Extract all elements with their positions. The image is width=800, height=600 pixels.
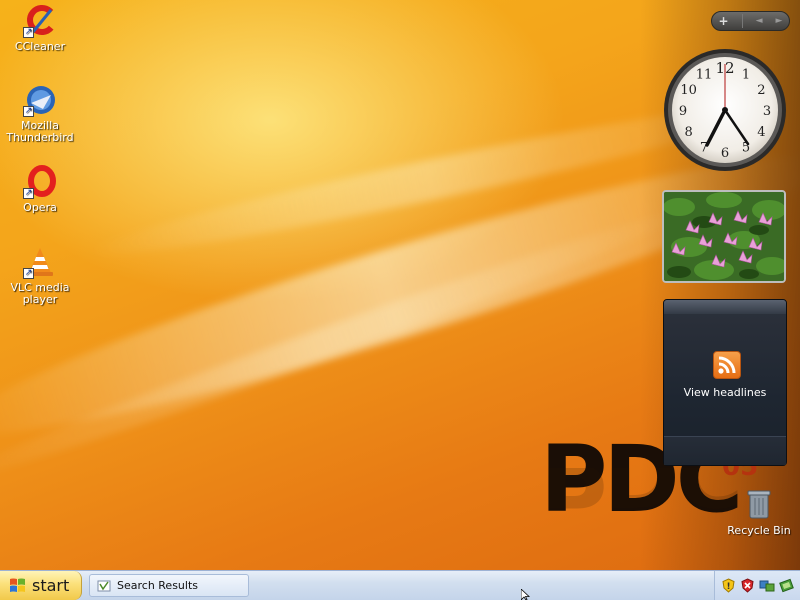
clock-numeral: 9 xyxy=(679,104,687,119)
clock-numeral: 2 xyxy=(757,83,765,98)
desktop-icon-label: VLC media player xyxy=(10,281,70,306)
start-button[interactable]: start xyxy=(0,571,82,600)
desktop-icon-label: Recycle Bin xyxy=(727,524,791,537)
add-gadget-button[interactable]: + xyxy=(719,15,729,27)
wallpaper-logo-reflection: PDC xyxy=(540,468,739,518)
update-icon[interactable] xyxy=(779,578,794,593)
desktop-icon-label: CCleaner xyxy=(14,40,66,53)
security-shield-icon[interactable] xyxy=(740,578,755,593)
mouse-cursor-icon xyxy=(521,589,531,600)
desktop[interactable]: ↗ CCleaner ↗ Mozilla Thunderbird ↗ Opera xyxy=(0,0,800,570)
svg-text:!: ! xyxy=(726,582,730,592)
vlc-cone-icon: ↗ xyxy=(23,245,57,279)
clock-numeral: 8 xyxy=(684,125,692,140)
toolbar-divider xyxy=(741,14,743,28)
analog-clock-face: 12 1234567891011 xyxy=(664,49,786,171)
feed-headlines-gadget[interactable]: View headlines xyxy=(663,299,787,466)
previous-page-button[interactable]: ◄ xyxy=(756,15,763,27)
slideshow-gadget[interactable] xyxy=(662,190,786,283)
taskbar-button-label: Search Results xyxy=(117,579,199,592)
water-lilies-photo xyxy=(664,192,784,281)
thunderbird-icon: ↗ xyxy=(23,83,57,117)
desktop-icon-label: Mozilla Thunderbird xyxy=(6,119,74,144)
network-icon[interactable] xyxy=(759,578,775,593)
ccleaner-icon: ↗ xyxy=(23,4,57,38)
clock-numeral: 1 xyxy=(742,68,750,83)
desktop-icon-recycle-bin[interactable]: Recycle Bin xyxy=(726,486,792,537)
clock-gadget[interactable]: 12 1 2 3 4 5 6 7 8 9 10 11 xyxy=(662,47,788,173)
desktop-icon-label: Opera xyxy=(23,201,57,214)
opera-icon: ↗ xyxy=(23,165,57,199)
clock-numeral: 6 xyxy=(721,146,729,161)
clock-numeral: 3 xyxy=(763,104,771,119)
windows-logo-icon xyxy=(9,577,26,594)
clock-numeral: 11 xyxy=(696,68,713,83)
taskbar: start Search Results ! xyxy=(0,570,800,600)
clock-numeral: 4 xyxy=(757,125,765,140)
desktop-icon-opera[interactable]: ↗ Opera xyxy=(2,165,78,214)
clock-numeral: 10 xyxy=(680,83,697,98)
taskbar-button-search-results[interactable]: Search Results xyxy=(89,574,249,597)
desktop-icon-thunderbird[interactable]: ↗ Mozilla Thunderbird xyxy=(2,83,78,144)
security-alert-icon[interactable]: ! xyxy=(721,578,736,593)
search-window-icon xyxy=(97,580,111,591)
view-headlines-link[interactable]: View headlines xyxy=(664,386,786,399)
next-page-button[interactable]: ► xyxy=(776,15,783,27)
start-label: start xyxy=(32,576,70,595)
recycle-bin-icon xyxy=(747,490,771,519)
rss-icon xyxy=(713,351,741,379)
gadget-header xyxy=(664,300,786,314)
gadget-footer xyxy=(664,436,786,465)
sidebar-toolbar: + ◄ ► xyxy=(711,11,790,31)
desktop-icon-vlc[interactable]: ↗ VLC media player xyxy=(2,245,78,306)
system-tray: ! xyxy=(714,571,800,600)
desktop-icon-ccleaner[interactable]: ↗ CCleaner xyxy=(2,4,78,53)
